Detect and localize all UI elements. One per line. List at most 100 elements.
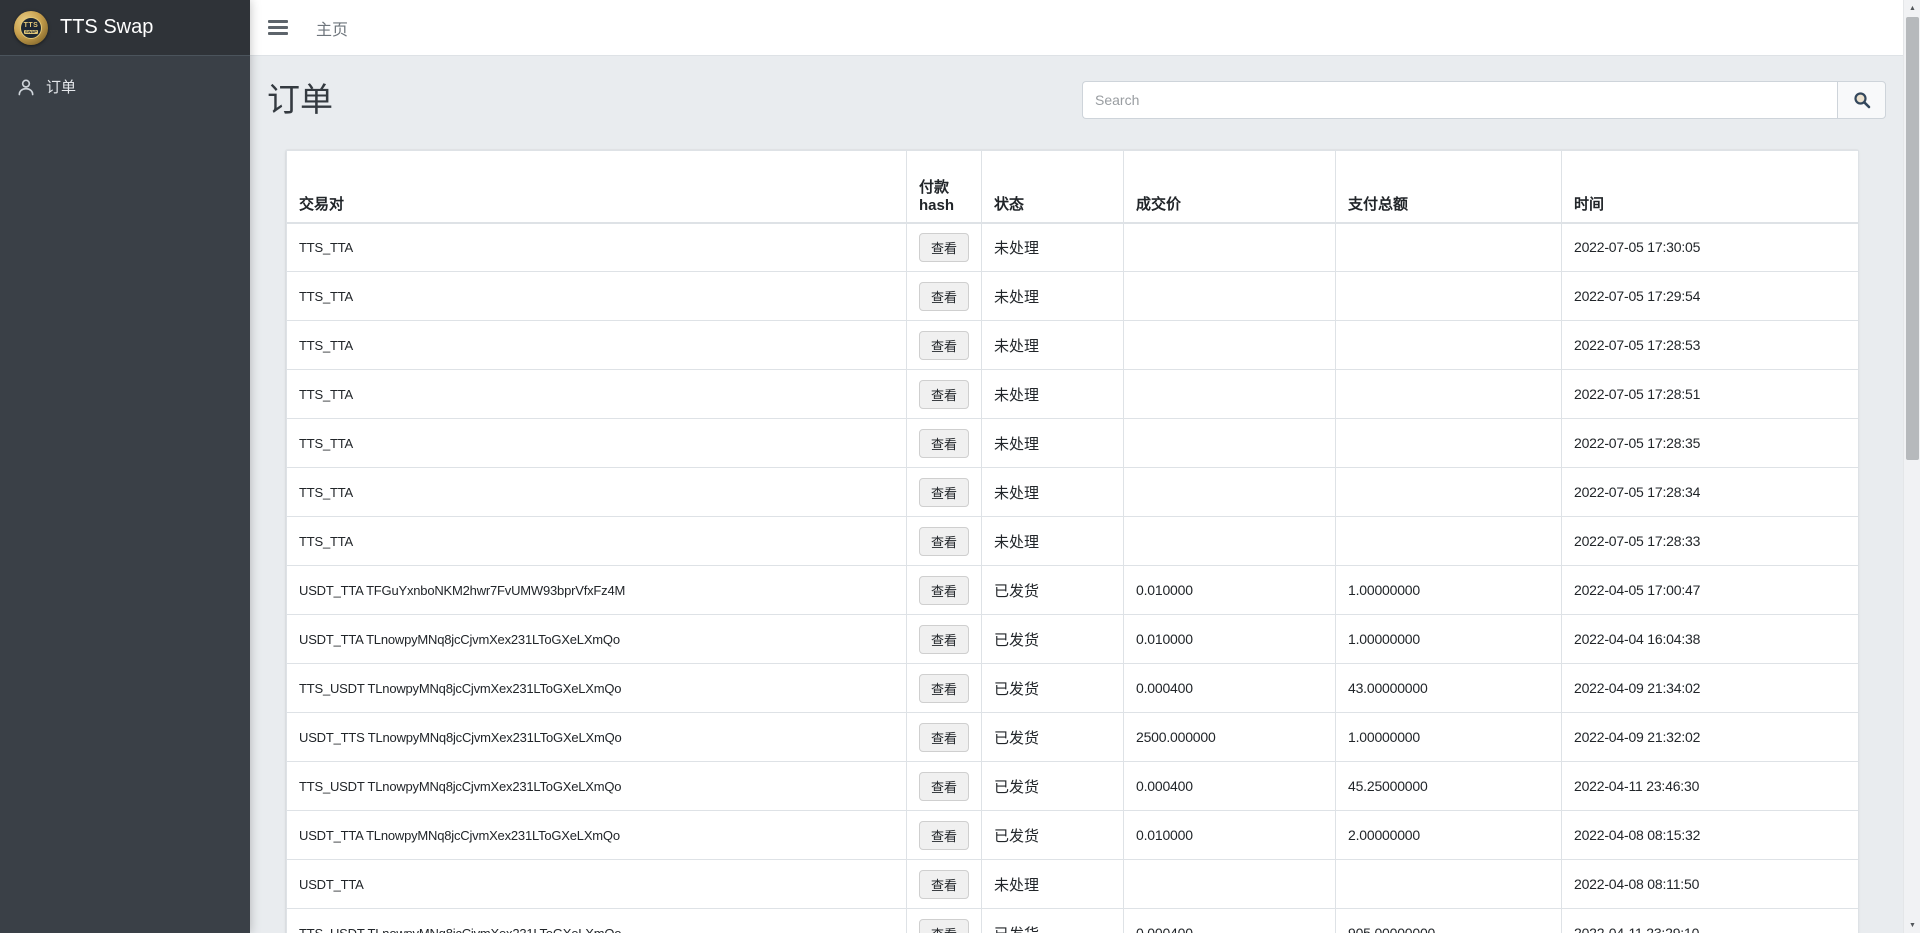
status-cell: 未处理: [982, 370, 1124, 419]
time-cell: 2022-04-04 16:04:38: [1562, 615, 1859, 664]
nav-home-link[interactable]: 主页: [316, 16, 348, 40]
view-hash-button[interactable]: 查看: [919, 233, 969, 262]
price-cell: [1124, 370, 1336, 419]
time-cell: 2022-04-05 17:00:47: [1562, 566, 1859, 615]
view-hash-button[interactable]: 查看: [919, 625, 969, 654]
table-row: USDT_TTA TFGuYxnboNKM2hwr7FvUMW93bprVfxF…: [287, 566, 1859, 615]
total-cell: 1.00000000: [1336, 713, 1562, 762]
table-row: TTS_USDT TLnowpyMNq8jcCjvmXex231LToGXeLX…: [287, 664, 1859, 713]
status-cell: 已发货: [982, 909, 1124, 933]
view-hash-button[interactable]: 查看: [919, 576, 969, 605]
magnifier-icon: [1853, 91, 1871, 109]
time-cell: 2022-04-09 21:32:02: [1562, 713, 1859, 762]
view-hash-button[interactable]: 查看: [919, 282, 969, 311]
price-cell: [1124, 517, 1336, 566]
top-navbar: 主页: [250, 0, 1903, 56]
search-input[interactable]: [1082, 81, 1837, 119]
total-cell: 1.00000000: [1336, 566, 1562, 615]
status-cell: 未处理: [982, 223, 1124, 272]
total-cell: [1336, 419, 1562, 468]
total-cell: [1336, 370, 1562, 419]
time-cell: 2022-07-05 17:28:51: [1562, 370, 1859, 419]
table-row: TTS_TTA查看未处理2022-07-05 17:29:54: [287, 272, 1859, 321]
search-button[interactable]: [1837, 81, 1886, 119]
view-hash-button[interactable]: 查看: [919, 674, 969, 703]
search-group: [1082, 81, 1886, 119]
sidebar: TTS SWAP TTS Swap 订单: [0, 0, 250, 933]
table-row: USDT_TTA TLnowpyMNq8jcCjvmXex231LToGXeLX…: [287, 811, 1859, 860]
view-hash-button[interactable]: 查看: [919, 331, 969, 360]
pair-cell: TTS_TTA: [287, 517, 907, 566]
status-cell: 已发货: [982, 762, 1124, 811]
view-hash-button[interactable]: 查看: [919, 870, 969, 899]
table-row: TTS_USDT TLnowpyMNq8jcCjvmXex231LToGXeLX…: [287, 762, 1859, 811]
column-header-2: 付款 hash: [907, 151, 982, 223]
time-cell: 2022-07-05 17:29:54: [1562, 272, 1859, 321]
price-cell: [1124, 419, 1336, 468]
pair-cell: TTS_TTA: [287, 468, 907, 517]
pair-cell: TTS_TTA: [287, 321, 907, 370]
total-cell: [1336, 860, 1562, 909]
price-cell: 2500.000000: [1124, 713, 1336, 762]
time-cell: 2022-04-08 08:11:50: [1562, 860, 1859, 909]
hash-cell: 查看: [907, 860, 982, 909]
total-cell: [1336, 468, 1562, 517]
total-cell: 43.00000000: [1336, 664, 1562, 713]
price-cell: [1124, 272, 1336, 321]
status-cell: 未处理: [982, 321, 1124, 370]
table-body: TTS_TTA查看未处理2022-07-05 17:30:05 TTS_TTA 查看…: [287, 223, 1859, 933]
column-header-1: 交易对: [287, 151, 907, 223]
table-row: TTS_TTA查看未处理2022-07-05 17:30:05: [287, 223, 1859, 272]
pair-cell: TTS_USDT TLnowpyMNq8jcCjvmXex231LToGXeLX…: [287, 664, 907, 713]
hash-cell: 查看: [907, 713, 982, 762]
status-cell: 未处理: [982, 272, 1124, 321]
table-head: 交易对付款 hash状态成交价支付总额时间: [287, 151, 1859, 223]
price-cell: 0.010000: [1124, 811, 1336, 860]
page-title: 订单: [267, 80, 333, 120]
view-hash-button[interactable]: 查看: [919, 527, 969, 556]
page-scrollbar[interactable]: ▲ ▼: [1903, 0, 1920, 933]
view-hash-button[interactable]: 查看: [919, 772, 969, 801]
pair-cell: USDT_TTS TLnowpyMNq8jcCjvmXex231LToGXeLX…: [287, 713, 907, 762]
view-hash-button[interactable]: 查看: [919, 919, 969, 933]
pair-cell: TTS_TTA: [287, 370, 907, 419]
hash-cell: 查看: [907, 321, 982, 370]
view-hash-button[interactable]: 查看: [919, 380, 969, 409]
scrollbar-up-arrow-icon[interactable]: ▲: [1904, 0, 1920, 16]
scrollbar-down-arrow-icon[interactable]: ▼: [1904, 917, 1920, 933]
column-header-3: 状态: [982, 151, 1124, 223]
hamburger-menu-icon[interactable]: [268, 17, 288, 39]
orders-table-card: 交易对付款 hash状态成交价支付总额时间 TTS_TTA查看未处理2022-0…: [286, 150, 1858, 933]
total-cell: [1336, 272, 1562, 321]
hash-cell: 查看: [907, 909, 982, 933]
pair-cell: USDT_TTA TFGuYxnboNKM2hwr7FvUMW93bprVfxF…: [287, 566, 907, 615]
coin-text-swap: SWAP: [24, 30, 38, 34]
status-cell: 未处理: [982, 860, 1124, 909]
column-header-4: 成交价: [1124, 151, 1336, 223]
brand-link[interactable]: TTS SWAP TTS Swap: [0, 0, 250, 56]
table-row: TTS_USDT TLnowpyMNq8jcCjvmXex231LToGXeLX…: [287, 909, 1859, 933]
orders-table: 交易对付款 hash状态成交价支付总额时间 TTS_TTA查看未处理2022-0…: [286, 150, 1859, 933]
content-area: 订单: [250, 56, 1903, 933]
price-cell: 0.000400: [1124, 664, 1336, 713]
pair-cell: TTS_TTA: [287, 419, 907, 468]
time-cell: 2022-07-05 17:28:35: [1562, 419, 1859, 468]
scrollbar-thumb[interactable]: [1906, 17, 1919, 460]
total-cell: [1336, 223, 1562, 272]
pair-cell: USDT_TTA TLnowpyMNq8jcCjvmXex231LToGXeLX…: [287, 811, 907, 860]
content-header: 订单: [267, 80, 1886, 120]
time-cell: 2022-07-05 17:28:53: [1562, 321, 1859, 370]
pair-cell: USDT_TTA: [287, 860, 907, 909]
view-hash-button[interactable]: 查看: [919, 723, 969, 752]
hash-cell: 查看: [907, 468, 982, 517]
table-row: TTS_TTA查看未处理2022-07-05 17:28:35: [287, 419, 1859, 468]
view-hash-button[interactable]: 查看: [919, 429, 969, 458]
time-cell: 2022-07-05 17:28:33: [1562, 517, 1859, 566]
time-cell: 2022-04-09 21:34:02: [1562, 664, 1859, 713]
view-hash-button[interactable]: 查看: [919, 821, 969, 850]
price-cell: 0.000400: [1124, 909, 1336, 933]
sidebar-item-orders[interactable]: 订单: [8, 66, 242, 107]
view-hash-button[interactable]: 查看: [919, 478, 969, 507]
hash-cell: 查看: [907, 419, 982, 468]
time-cell: 2022-04-11 23:29:10: [1562, 909, 1859, 933]
